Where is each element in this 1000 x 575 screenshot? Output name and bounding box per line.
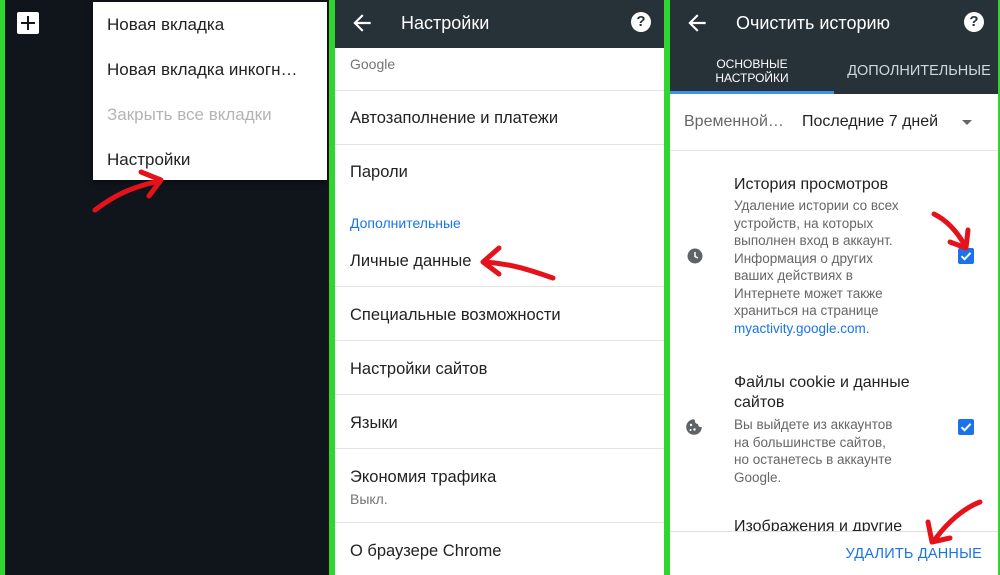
help-icon[interactable]: ? [964,12,984,32]
cookies-title: Файлы cookie и данные сайтов [734,373,934,413]
settings-item-label: Языки [350,414,398,432]
desc-line: Интернете может также [734,285,883,301]
dropdown-caret-icon [962,120,972,125]
clear-history-screen: Очистить историю ? ОСНОВНЫЕ НАСТРОЙКИ ДО… [670,0,998,575]
settings-item-about-chrome[interactable]: О браузере Chrome [335,522,664,575]
menu-item-new-incognito-tab[interactable]: Новая вкладка инкогн… [93,47,327,92]
settings-screen: Настройки ? Google Автозаполнение и плат… [335,0,664,575]
desc-line: ваших действиях в [734,268,853,283]
clear-history-title: Очистить историю [736,13,891,33]
link-tail: . [865,320,870,336]
desc-line: Вы выйдете из аккаунтов [734,417,893,432]
desc-line: устройств, на которых [734,215,874,231]
settings-item-label: Настройки сайтов [350,360,488,378]
settings-item-label: Пароли [350,163,408,181]
cookies-description: Вы выйдете из аккаунтов на большинстве с… [734,416,924,486]
desc-line: Google. [734,469,782,485]
clock-icon [687,248,703,264]
history-title: История просмотров [734,176,889,193]
tab-bar: ОСНОВНЫЕ НАСТРОЙКИ ДОПОЛНИТЕЛЬНЫЕ [670,48,998,94]
menu-item-settings[interactable]: Настройки [93,137,327,182]
settings-item-autofill[interactable]: Автозаполнение и платежи [335,90,664,145]
time-range-dropdown[interactable]: Временной… Последние 7 дней [670,94,998,151]
tab-basic-settings[interactable]: ОСНОВНЫЕ НАСТРОЙКИ [670,48,834,94]
tab-basic-line1: ОСНОВНЫЕ [716,57,788,71]
title-line: сайтов [734,394,785,411]
overflow-menu: Новая вкладка Новая вкладка инкогн… Закр… [93,2,327,180]
desc-line: на большинстве сайтов, [734,434,886,450]
settings-item-label: Специальные возможности [350,306,561,324]
myactivity-link[interactable]: myactivity.google.com [734,321,866,336]
time-range-label: Временной… [684,113,784,130]
settings-item-label: Экономия трафика [350,468,497,486]
tab-basic-line2: НАСТРОЙКИ [715,71,789,85]
settings-app-bar: Настройки ? [335,0,664,48]
google-account-label: Google [350,56,396,72]
cookie-icon [686,419,702,435]
new-tab-plus-icon[interactable] [17,12,39,34]
settings-item-site-settings[interactable]: Настройки сайтов [335,340,664,395]
tabs-screen: Новая вкладка Новая вкладка инкогн… Закр… [5,0,329,575]
desc-line: храниться на странице [734,303,879,318]
desc-line: Удаление истории со всех [734,198,899,213]
back-arrow-icon[interactable] [684,10,710,36]
settings-item-label: Автозаполнение и платежи [350,109,559,127]
desc-line: но останетесь в аккаунте [734,452,892,467]
history-description: Удаление истории со всех устройств, на к… [734,197,924,337]
settings-item-data-saver[interactable]: Экономия трафика Выкл. [335,448,664,523]
settings-item-accessibility[interactable]: Специальные возможности [335,286,664,341]
clear-data-button[interactable]: УДАЛИТЬ ДАННЫЕ [846,546,982,562]
section-header-advanced: Дополнительные [350,215,461,231]
settings-item-languages[interactable]: Языки [335,394,664,449]
settings-title: Настройки [401,13,490,33]
tab-advanced[interactable]: ДОПОЛНИТЕЛЬНЫЕ [840,48,998,94]
settings-item-sublabel: Выкл. [350,491,388,507]
settings-item-passwords[interactable]: Пароли [335,144,664,199]
time-range-value: Последние 7 дней [802,113,939,130]
desc-line: Информация о других [734,250,873,266]
title-line: Файлы cookie и данные [734,374,910,391]
settings-item-label: Личные данные [350,252,472,270]
desc-line: выполнен вход в аккаунт. [734,233,893,248]
menu-item-close-all-tabs: Закрыть все вкладки [107,105,272,124]
history-checkbox[interactable] [958,248,974,264]
clear-history-app-bar: Очистить историю ? [670,0,998,48]
settings-item-privacy[interactable]: Личные данные [335,234,664,286]
cookies-checkbox[interactable] [958,419,974,435]
settings-item-label: О браузере Chrome [350,542,502,560]
menu-item-new-tab[interactable]: Новая вкладка [93,2,327,47]
help-icon[interactable]: ? [631,12,651,32]
bottom-action-bar: УДАЛИТЬ ДАННЫЕ [670,531,998,575]
back-arrow-icon[interactable] [349,10,375,36]
